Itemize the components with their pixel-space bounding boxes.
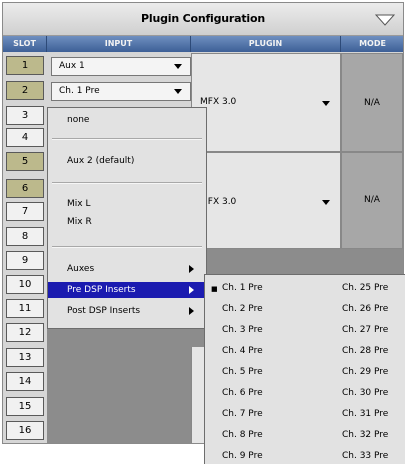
menu-item-post-dsp-inserts[interactable]: Post DSP Inserts [48,303,206,319]
submenu-item[interactable]: Ch. 6 Pre [222,385,263,401]
slot-button-13[interactable]: 13 [6,348,44,367]
slot-button-4[interactable]: 4 [6,128,44,147]
slot-button-11[interactable]: 11 [6,299,44,318]
submenu-item[interactable]: Ch. 9 Pre [222,448,263,464]
checkmark-icon: ■ [211,285,218,293]
collapse-triangle-icon[interactable] [375,14,395,26]
mode-value-1: N/A [364,98,380,108]
submenu-item[interactable]: Ch. 27 Pre [342,322,388,338]
submenu-item[interactable]: Ch. 30 Pre [342,385,388,401]
submenu-item[interactable]: Ch. 8 Pre [222,427,263,443]
input-dropdown-value: Ch. 1 Pre [59,86,100,96]
submenu-item[interactable]: Ch. 26 Pre [342,301,388,317]
submenu-item[interactable]: Ch. 25 Pre [342,280,388,296]
menu-item-mix-l[interactable]: Mix L [48,196,206,212]
slot-button-14[interactable]: 14 [6,372,44,391]
window-title: Plugin Configuration [141,12,265,25]
submenu-item[interactable]: Ch. 33 Pre [342,448,388,464]
menu-item-label: Auxes [67,264,95,274]
submenu-arrow-icon [189,307,194,315]
input-empty-area [47,329,207,443]
menu-item-label: Pre DSP Inserts [67,285,136,295]
slot-button-6[interactable]: 6 [6,179,44,198]
dropdown-arrow-icon[interactable] [322,200,330,205]
mode-block-2: N/A [341,152,403,249]
submenu-item[interactable]: Ch. 7 Pre [222,406,263,422]
submenu-item[interactable]: Ch. 29 Pre [342,364,388,380]
submenu-item[interactable]: Ch. 2 Pre [222,301,263,317]
menu-item-pre-dsp-inserts[interactable]: Pre DSP Inserts [48,282,206,298]
mode-value-2: N/A [364,195,380,205]
slot-button-9[interactable]: 9 [6,251,44,270]
slot-button-16[interactable]: 16 [6,421,44,440]
slot-column-header: SLOT [3,36,47,52]
submenu-item[interactable]: Ch. 32 Pre [342,427,388,443]
column-header: SLOT INPUT PLUGIN MODE [3,36,403,52]
submenu-item[interactable]: Ch. 4 Pre [222,343,263,359]
title-bar: Plugin Configuration [3,3,403,36]
pre-dsp-inserts-submenu: ■ Ch. 1 Pre Ch. 2 Pre Ch. 3 Pre Ch. 4 Pr… [204,274,405,464]
plugin-block-2: MFX 3.0 [191,152,341,249]
input-column-header: INPUT [47,36,191,52]
slot-button-7[interactable]: 7 [6,202,44,221]
slot-button-12[interactable]: 12 [6,323,44,342]
submenu-item[interactable]: Ch. 1 Pre [222,280,263,296]
submenu-arrow-icon [189,286,194,294]
plugin-column-header: PLUGIN [191,36,341,52]
dropdown-arrow-icon[interactable] [322,101,330,106]
menu-separator [52,182,202,184]
menu-item-mix-r[interactable]: Mix R [48,214,206,230]
menu-item-aux-2-default[interactable]: Aux 2 (default) [48,153,206,169]
input-dropdown-slot-1[interactable]: Aux 1 [51,57,191,76]
slot-button-8[interactable]: 8 [6,227,44,246]
submenu-item[interactable]: Ch. 28 Pre [342,343,388,359]
plugin-block-1: MFX 3.0 [191,53,341,152]
submenu-item[interactable]: Ch. 5 Pre [222,364,263,380]
dropdown-arrow-icon [174,64,182,69]
menu-item-auxes[interactable]: Auxes [48,261,206,277]
menu-separator [52,138,202,140]
slot-button-10[interactable]: 10 [6,275,44,294]
mode-column-header: MODE [341,36,403,52]
slot-button-3[interactable]: 3 [6,106,44,125]
slot-button-15[interactable]: 15 [6,397,44,416]
slot-button-5[interactable]: 5 [6,152,44,171]
slot-button-1[interactable]: 1 [6,56,44,75]
menu-item-label: Post DSP Inserts [67,306,141,316]
mode-block-1: N/A [341,53,403,152]
submenu-arrow-icon [189,265,194,273]
input-dropdown-value: Aux 1 [59,61,85,71]
submenu-item[interactable]: Ch. 31 Pre [342,406,388,422]
input-dropdown-slot-2[interactable]: Ch. 1 Pre [51,82,191,101]
dropdown-arrow-icon [174,89,182,94]
menu-item-none[interactable]: none [48,112,206,128]
menu-separator [52,246,202,248]
input-popup-menu: none Aux 2 (default) Mix L Mix R Auxes P… [47,107,207,329]
slot-button-2[interactable]: 2 [6,81,44,100]
submenu-item[interactable]: Ch. 3 Pre [222,322,263,338]
